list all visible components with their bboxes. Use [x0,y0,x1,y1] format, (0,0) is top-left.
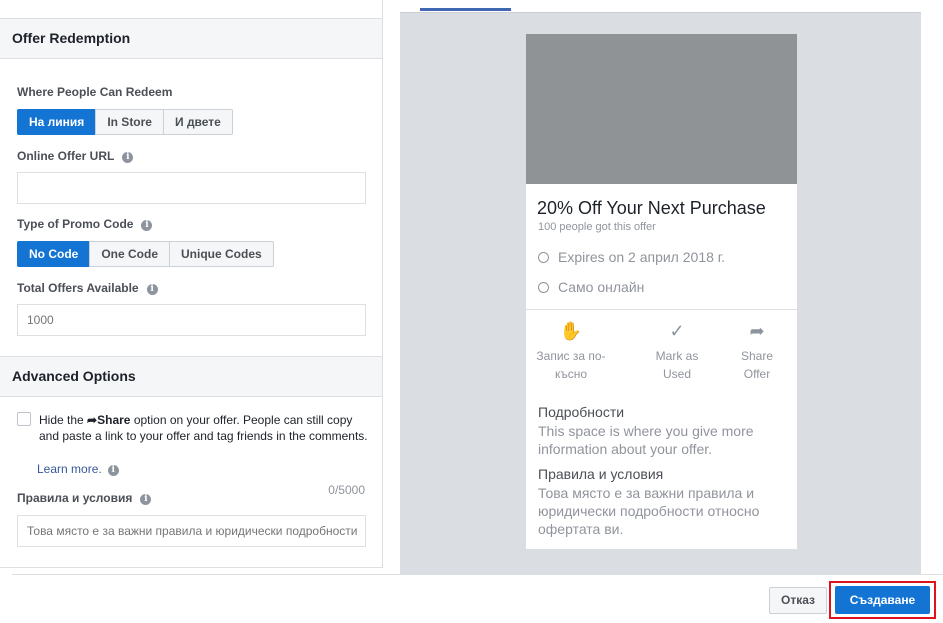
terms-text: Това място е за важни правила и юридичес… [538,485,760,537]
expiry-row: Expires on 2 април 2018 г. [538,249,725,265]
where-redeem-label: Where People Can Redeem [17,85,173,99]
advanced-options-header: Advanced Options [0,356,382,397]
globe-icon [538,282,549,293]
terms-heading: Правила и условия [538,466,664,482]
share-arrow-icon: ➦ [749,321,765,341]
terms-char-counter: 0/5000 [328,483,365,497]
details-heading: Подробности [538,404,625,420]
total-offers-label: Total Offers Available i [17,281,158,295]
info-icon[interactable]: i [122,152,134,163]
clock-icon [538,252,549,263]
online-url-input[interactable] [17,172,366,204]
save-for-later-action[interactable]: ✋ Запис за по-късно [526,320,616,383]
create-button[interactable]: Създаване [835,586,930,614]
learn-more-link[interactable]: Learn more. i [37,462,119,476]
hide-share-description: Hide the ➦Share option on your offer. Pe… [39,413,368,443]
where-redeem-selector: На линия In Store И двете [17,109,233,135]
where-online-button[interactable]: На линия [17,109,97,135]
preview-tab-indicator[interactable] [420,8,511,11]
save-hand-icon: ✋ [559,321,583,341]
where-in-store-button[interactable]: In Store [95,109,164,135]
terms-label: Правила и условия i [17,491,152,505]
offer-settings-panel: Offer Redemption Where People Can Redeem… [0,0,383,568]
share-offer-action[interactable]: ➦ Share Offer [712,320,802,383]
card-divider [526,309,797,310]
offer-claimed-count: 100 people got this offer [538,221,656,233]
info-icon[interactable]: i [141,220,153,231]
terms-input[interactable] [17,515,366,547]
info-icon[interactable]: i [146,284,158,295]
promo-type-selector: No Code One Code Unique Codes [17,241,274,267]
offer-preview-card: 20% Off Your Next Purchase 100 people go… [526,34,797,549]
mark-used-action[interactable]: ✓ Mark as Used [632,320,722,383]
checkmark-icon: ✓ [669,321,685,341]
unique-codes-button[interactable]: Unique Codes [169,241,274,267]
share-arrow-icon: ➦ [87,413,98,427]
where-both-button[interactable]: И двете [162,109,233,135]
info-icon[interactable]: i [107,465,119,476]
offer-title: 20% Off Your Next Purchase [537,198,766,218]
hide-share-checkbox[interactable] [17,412,31,426]
online-url-label: Online Offer URL i [17,149,134,163]
total-offers-input[interactable] [17,304,366,336]
online-only-row: Само онлайн [538,279,644,295]
details-text: This space is where you give more inform… [538,423,754,457]
cancel-button[interactable]: Отказ [769,587,827,614]
offer-image-placeholder [526,34,797,184]
no-code-button[interactable]: No Code [17,241,91,267]
promo-type-label: Type of Promo Code i [17,217,153,231]
offer-redemption-header: Offer Redemption [0,18,382,59]
one-code-button[interactable]: One Code [89,241,171,267]
info-icon[interactable]: i [140,494,152,505]
footer-divider [12,574,943,575]
